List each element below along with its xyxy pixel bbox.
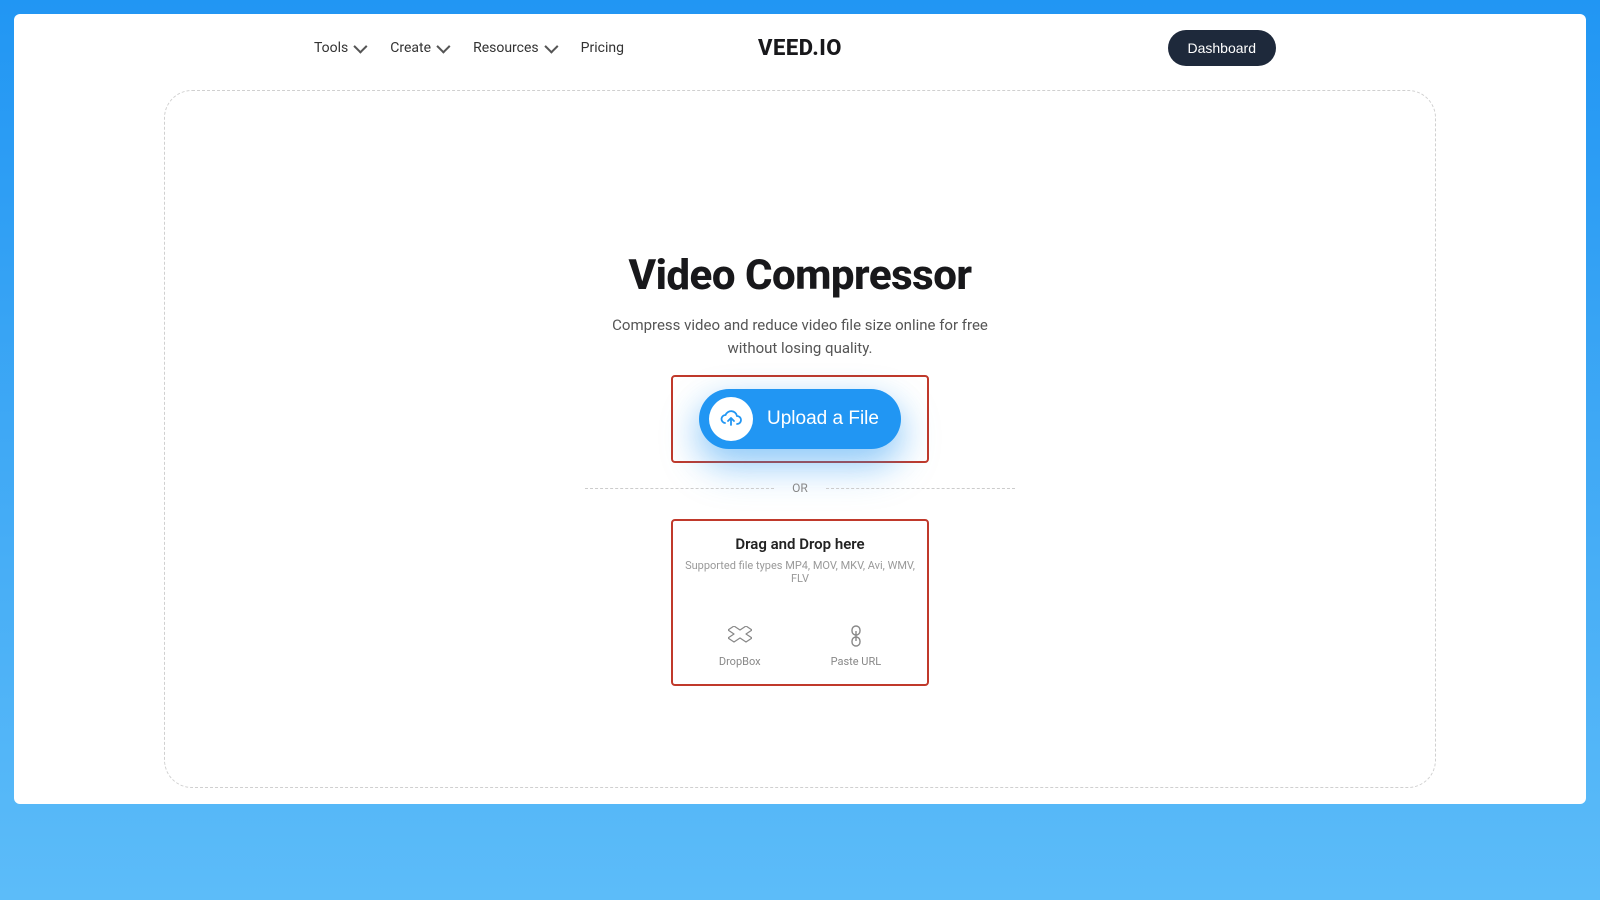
drop-subtitle: Supported file types MP4, MOV, MKV, Avi,…: [683, 559, 917, 585]
divider-line: [826, 488, 1015, 489]
drag-drop-box[interactable]: Drag and Drop here Supported file types …: [671, 519, 929, 686]
header-bar: Tools Create Resources Pricing VEED.IO D…: [14, 14, 1586, 74]
nav-create[interactable]: Create: [390, 40, 447, 56]
brand-logo[interactable]: VEED.IO: [758, 36, 842, 61]
or-text: OR: [792, 481, 808, 495]
nav-label: Tools: [314, 40, 348, 56]
dropbox-option[interactable]: DropBox: [719, 625, 761, 668]
divider-line: [585, 488, 774, 489]
upload-highlight-box: Upload a File: [671, 375, 929, 463]
upload-file-button[interactable]: Upload a File: [699, 389, 901, 449]
paste-url-option[interactable]: Paste URL: [831, 625, 882, 668]
app-window: Tools Create Resources Pricing VEED.IO D…: [14, 14, 1586, 804]
chevron-down-icon: [354, 40, 368, 54]
dropzone-panel[interactable]: Video Compressor Compress video and redu…: [164, 90, 1436, 788]
dropbox-icon: [727, 625, 753, 647]
drop-options: DropBox Paste URL: [683, 625, 917, 668]
nav-resources[interactable]: Resources: [473, 40, 555, 56]
drop-title: Drag and Drop here: [683, 535, 917, 553]
link-icon: [843, 625, 869, 647]
nav-label: Resources: [473, 40, 539, 56]
cloud-upload-icon: [709, 397, 753, 441]
or-divider: OR: [585, 481, 1015, 495]
nav-label: Pricing: [581, 40, 624, 56]
upload-label: Upload a File: [767, 408, 879, 430]
nav-pricing[interactable]: Pricing: [581, 40, 624, 56]
paste-url-label: Paste URL: [831, 655, 882, 668]
nav-tools[interactable]: Tools: [314, 40, 364, 56]
chevron-down-icon: [436, 40, 450, 54]
nav-label: Create: [390, 40, 431, 56]
page-title: Video Compressor: [628, 251, 971, 300]
nav-left: Tools Create Resources Pricing: [314, 40, 624, 56]
dashboard-button[interactable]: Dashboard: [1168, 30, 1277, 66]
page-subtitle: Compress video and reduce video file siz…: [590, 314, 1010, 359]
chevron-down-icon: [544, 40, 558, 54]
dropbox-label: DropBox: [719, 655, 761, 668]
